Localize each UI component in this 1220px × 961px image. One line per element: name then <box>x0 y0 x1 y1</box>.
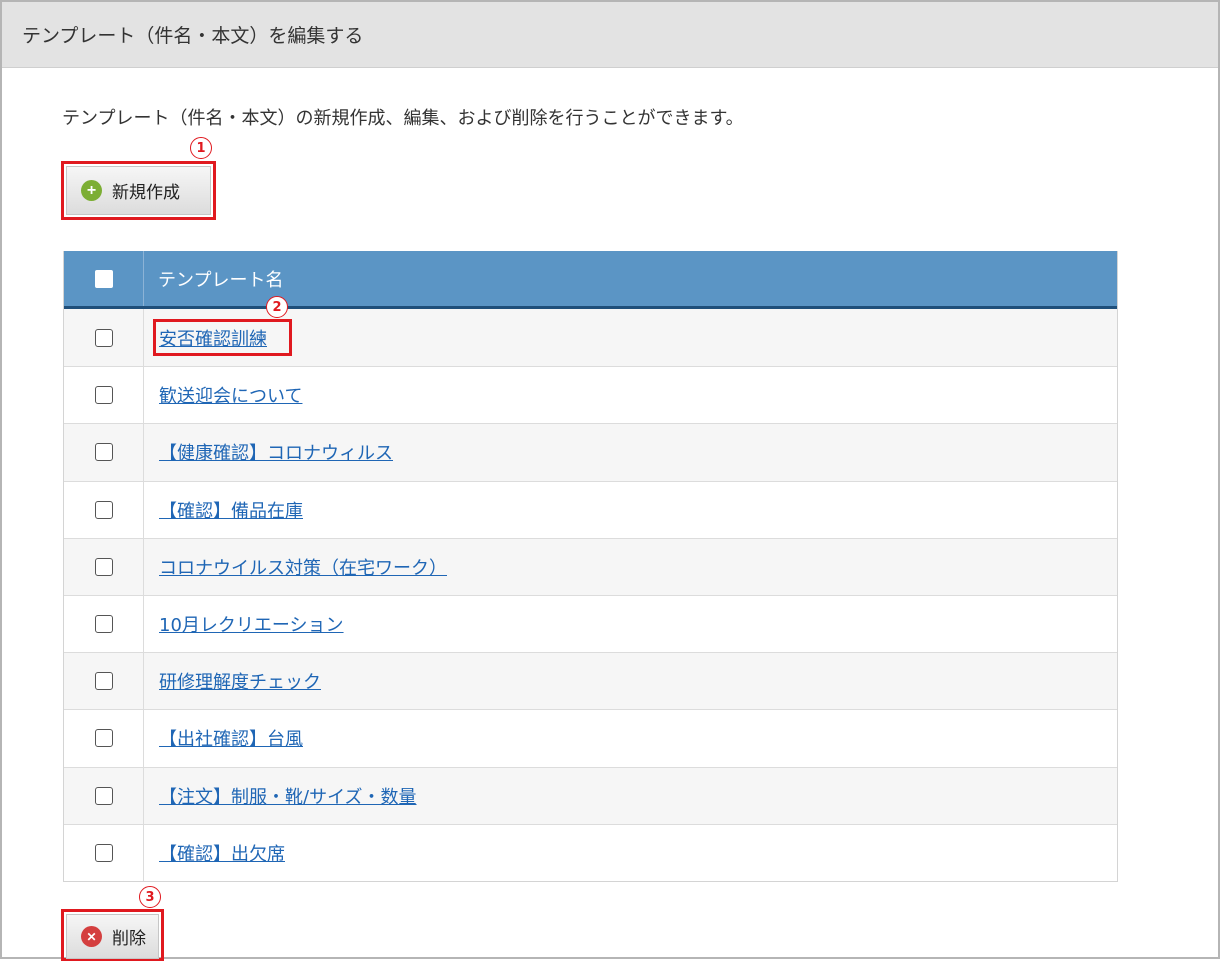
select-all-checkbox[interactable] <box>94 269 113 288</box>
table-row: 【確認】出欠席 <box>64 823 1117 881</box>
page-title: テンプレート（件名・本文）を編集する <box>22 25 364 47</box>
panel-header: テンプレート（件名・本文）を編集する <box>2 2 1218 68</box>
callout-marker-1: 1 <box>190 137 212 159</box>
row-checkbox[interactable] <box>94 443 113 462</box>
table-body: 安否確認訓練 歓送迎会について 【健康確認】コロナウィルス 【確認】備品在庫 コ… <box>64 309 1117 881</box>
close-circle-icon: ✕ <box>81 926 102 947</box>
template-link[interactable]: 【確認】備品在庫 <box>159 497 303 523</box>
template-link[interactable]: コロナウイルス対策（在宅ワーク） <box>159 554 447 580</box>
column-header-template-name: テンプレート名 <box>158 269 284 291</box>
row-checkbox[interactable] <box>94 500 113 519</box>
table-row: 【健康確認】コロナウィルス <box>64 423 1117 481</box>
select-all-cell <box>64 251 144 306</box>
callout-marker-2: 2 <box>266 296 288 318</box>
template-link[interactable]: 歓送迎会について <box>159 382 302 408</box>
callout-marker-3: 3 <box>139 886 161 908</box>
row-checkbox[interactable] <box>94 386 113 405</box>
table-row: 研修理解度チェック <box>64 652 1117 710</box>
new-template-label: 新規作成 <box>112 183 180 202</box>
table-row: コロナウイルス対策（在宅ワーク） <box>64 537 1117 595</box>
template-link[interactable]: 研修理解度チェック <box>159 668 321 694</box>
callout-box-template-link <box>153 319 292 356</box>
template-link[interactable]: 【健康確認】コロナウィルス <box>159 439 393 465</box>
plus-circle-icon: + <box>81 180 102 201</box>
delete-label: 削除 <box>112 929 146 948</box>
template-link[interactable]: 【出社確認】台風 <box>159 725 303 751</box>
description-text: テンプレート（件名・本文）の新規作成、編集、および削除を行うことができます。 <box>62 108 744 129</box>
table-row: 【注文】制服・靴/サイズ・数量 <box>64 766 1117 824</box>
row-checkbox[interactable] <box>94 843 113 862</box>
row-checkbox[interactable] <box>94 729 113 748</box>
delete-button[interactable]: ✕ 削除 <box>66 914 159 959</box>
table-header: テンプレート名 <box>64 251 1117 309</box>
row-checkbox[interactable] <box>94 615 113 634</box>
row-checkbox[interactable] <box>94 786 113 805</box>
row-checkbox[interactable] <box>94 328 113 347</box>
new-template-button[interactable]: + 新規作成 <box>66 166 211 215</box>
template-link[interactable]: 【注文】制服・靴/サイズ・数量 <box>159 783 417 809</box>
template-link[interactable]: 【確認】出欠席 <box>159 840 285 866</box>
table-row: 歓送迎会について <box>64 366 1117 424</box>
table-row: 10月レクリエーション <box>64 594 1117 653</box>
table-row: 【確認】備品在庫 <box>64 480 1117 538</box>
template-edit-panel: テンプレート（件名・本文）を編集する テンプレート（件名・本文）の新規作成、編集… <box>0 0 1220 961</box>
row-checkbox[interactable] <box>94 672 113 691</box>
table-row: 【出社確認】台風 <box>64 709 1117 767</box>
template-link[interactable]: 10月レクリエーション <box>159 611 344 637</box>
row-checkbox[interactable] <box>94 557 113 576</box>
